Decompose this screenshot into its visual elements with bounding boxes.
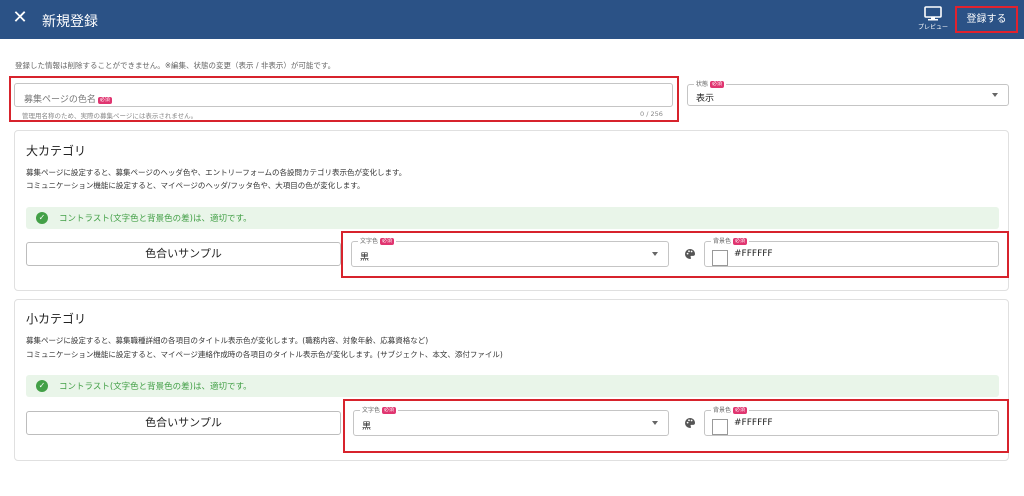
section-description-2: コミュニケーション機能に設定すると、マイページ連絡作成時の各項目のタイトル表示色… (26, 350, 503, 359)
status-select[interactable]: 状態 必須 表示 (687, 80, 1009, 106)
color-name-counter: 0 / 256 (640, 110, 663, 118)
text-color-value: 黒 (360, 253, 370, 263)
text-color-select[interactable]: 文字色 必須 黒 (351, 237, 669, 267)
contrast-alert: ✓ コントラスト(文字色と背景色の差)は、適切です。 (26, 207, 999, 229)
color-name-placeholder-text: 募集ページの色名 (24, 95, 96, 105)
background-color-label-text: 背景色 (713, 238, 732, 245)
background-color-value: #FFFFFF (734, 249, 773, 259)
chevron-down-icon (652, 252, 658, 256)
register-button[interactable]: 登録する (955, 6, 1018, 33)
background-color-label: 背景色 必須 (711, 406, 750, 415)
required-badge: 必須 (382, 407, 397, 414)
section-description-1: 募集ページに設定すると、募集職種詳細の各項目のタイトル表示色が変化します。(職務… (26, 336, 429, 345)
notice-text: 登録した情報は削除することができません。※編集、状態の変更（表示 / 非表示）が… (15, 61, 336, 70)
required-badge: 必須 (733, 407, 748, 414)
section-description-1: 募集ページに設定すると、募集ページのヘッダ色や、エントリーフォームの各設問カテゴ… (26, 168, 407, 177)
background-color-value: #FFFFFF (734, 418, 773, 428)
palette-icon[interactable] (684, 417, 696, 429)
background-color-input[interactable]: 背景色 必須 #FFFFFF (704, 406, 999, 436)
color-sample-button[interactable]: 色合いサンプル (26, 411, 341, 435)
status-label-text: 状態 (696, 81, 709, 88)
palette-icon[interactable] (684, 248, 696, 260)
required-badge: 必須 (97, 97, 112, 104)
text-color-label: 文字色 必須 (360, 406, 399, 415)
close-icon[interactable]: ✕ (10, 8, 30, 28)
background-color-label-text: 背景色 (713, 407, 732, 414)
text-color-label-text: 文字色 (360, 238, 379, 245)
top-app-bar: ✕ 新規登録 プレビュー 登録する (0, 0, 1024, 39)
section-description-2: コミュニケーション機能に設定すると、マイページのヘッダ/フッタ色や、大項目の色が… (26, 181, 365, 190)
check-circle-icon: ✓ (36, 212, 48, 224)
color-name-input[interactable]: 募集ページの色名 必須 (14, 83, 673, 107)
section-title: 大カテゴリ (26, 144, 87, 158)
status-value: 表示 (696, 94, 715, 104)
text-color-select[interactable]: 文字色 必須 黒 (353, 406, 669, 436)
text-color-value: 黒 (362, 422, 372, 432)
status-label: 状態 必須 (694, 80, 727, 89)
required-badge: 必須 (733, 238, 748, 245)
preview-button[interactable]: プレビュー (916, 6, 950, 31)
chevron-down-icon (992, 93, 998, 97)
color-swatch (712, 250, 728, 266)
contrast-message: コントラスト(文字色と背景色の差)は、適切です。 (59, 214, 252, 224)
section-title: 小カテゴリ (26, 312, 87, 326)
chevron-down-icon (652, 421, 658, 425)
required-badge: 必須 (380, 238, 395, 245)
check-circle-icon: ✓ (36, 380, 48, 392)
color-sample-button[interactable]: 色合いサンプル (26, 242, 341, 266)
background-color-label: 背景色 必須 (711, 237, 750, 246)
color-swatch (712, 419, 728, 435)
text-color-label: 文字色 必須 (358, 237, 397, 246)
color-name-placeholder: 募集ページの色名 必須 (24, 92, 112, 105)
contrast-alert: ✓ コントラスト(文字色と背景色の差)は、適切です。 (26, 375, 999, 397)
required-badge: 必須 (710, 81, 725, 88)
color-name-hint: 管理用名称のため、実際の募集ページには表示されません。 (22, 112, 198, 120)
background-color-input[interactable]: 背景色 必須 #FFFFFF (704, 237, 999, 267)
preview-label: プレビュー (917, 24, 948, 31)
page-title: 新規登録 (42, 14, 98, 30)
contrast-message: コントラスト(文字色と背景色の差)は、適切です。 (59, 382, 252, 392)
text-color-label-text: 文字色 (362, 407, 381, 414)
monitor-icon (924, 6, 942, 21)
